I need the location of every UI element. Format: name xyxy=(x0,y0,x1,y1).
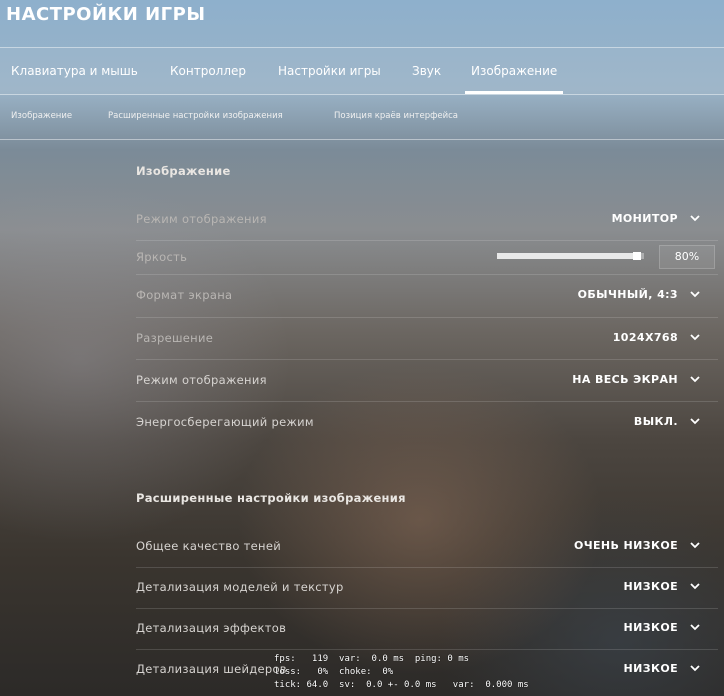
chevron-down-icon[interactable] xyxy=(688,211,702,225)
setting-value[interactable]: МОНИТОР xyxy=(612,212,678,225)
setting-label: Режим отображения xyxy=(136,212,267,226)
setting-label: Детализация моделей и текстур xyxy=(136,580,344,594)
setting-row-aspect-ratio[interactable]: Формат экрана ОБЫЧНЫЙ, 4:3 xyxy=(136,276,718,318)
chevron-down-icon[interactable] xyxy=(688,372,702,386)
netgraph-line-fps: fps: 119 var: 0.0 ms ping: 0 ms xyxy=(274,654,470,664)
chevron-down-icon[interactable] xyxy=(688,414,702,428)
chevron-down-icon[interactable] xyxy=(688,330,702,344)
net-graph-overlay: fps: 119 var: 0.0 ms ping: 0 ms loss: 0% … xyxy=(274,653,529,692)
subtab-video[interactable]: Изображение xyxy=(11,94,72,139)
setting-value[interactable]: ОБЫЧНЫЙ, 4:3 xyxy=(578,288,678,301)
title-bar: НАСТРОЙКИ ИГРЫ xyxy=(0,0,724,47)
netgraph-line-tick: tick: 64.0 sv: 0.0 +- 0.0 ms var: 0.000 … xyxy=(274,680,529,690)
setting-value[interactable]: НА ВЕСЬ ЭКРАН xyxy=(572,373,678,386)
setting-row-shadow-quality[interactable]: Общее качество теней ОЧЕНЬ НИЗКОЕ xyxy=(136,527,718,568)
netgraph-line-loss: loss: 0% choke: 0% xyxy=(274,667,394,677)
chevron-down-icon[interactable] xyxy=(688,620,702,634)
subtab-hud-edge-positions[interactable]: Позиция краёв интерфейса xyxy=(334,94,458,139)
chevron-down-icon[interactable] xyxy=(688,661,702,675)
setting-row-brightness: Яркость 80% xyxy=(136,240,718,275)
setting-value[interactable]: ВЫКЛ. xyxy=(634,415,678,428)
setting-value[interactable]: ОЧЕНЬ НИЗКОЕ xyxy=(574,539,678,552)
brightness-value-field[interactable]: 80% xyxy=(659,245,715,269)
brightness-slider[interactable] xyxy=(497,252,644,260)
setting-row-effect-detail[interactable]: Детализация эффектов НИЗКОЕ xyxy=(136,609,718,650)
setting-label: Детализация шейдеров xyxy=(136,662,287,676)
slider-fill xyxy=(497,253,641,259)
setting-label: Режим отображения xyxy=(136,373,267,387)
setting-value[interactable]: НИЗКОЕ xyxy=(624,662,678,675)
page-title: НАСТРОЙКИ ИГРЫ xyxy=(6,4,206,25)
setting-label: Формат экрана xyxy=(136,288,233,302)
setting-value[interactable]: НИЗКОЕ xyxy=(624,621,678,634)
setting-label: Разрешение xyxy=(136,331,214,345)
section-title-advanced: Расширенные настройки изображения xyxy=(136,491,406,505)
setting-label: Детализация эффектов xyxy=(136,621,287,635)
tab-controller[interactable]: Контроллер xyxy=(170,48,246,94)
section-title-video: Изображение xyxy=(136,164,231,178)
setting-row-power-saving[interactable]: Энергосберегающий режим ВЫКЛ. xyxy=(136,403,718,443)
tab-video[interactable]: Изображение xyxy=(464,48,564,94)
setting-label: Яркость xyxy=(136,250,188,264)
setting-label: Энергосберегающий режим xyxy=(136,415,314,429)
subtab-advanced-video[interactable]: Расширенные настройки изображения xyxy=(108,94,283,139)
setting-row-display-mode[interactable]: Режим отображения МОНИТОР xyxy=(136,200,718,241)
setting-row-model-texture-detail[interactable]: Детализация моделей и текстур НИЗКОЕ xyxy=(136,568,718,609)
setting-value[interactable]: НИЗКОЕ xyxy=(624,580,678,593)
chevron-down-icon[interactable] xyxy=(688,287,702,301)
setting-row-window-mode[interactable]: Режим отображения НА ВЕСЬ ЭКРАН xyxy=(136,361,718,402)
chevron-down-icon[interactable] xyxy=(688,538,702,552)
main-tabs: Клавиатура и мышь Контроллер Настройки и… xyxy=(0,47,724,95)
tab-game-settings[interactable]: Настройки игры xyxy=(278,48,381,94)
setting-label: Общее качество теней xyxy=(136,539,281,553)
tab-audio[interactable]: Звук xyxy=(412,48,441,94)
slider-handle[interactable] xyxy=(633,252,641,260)
sub-tabs: Изображение Расширенные настройки изобра… xyxy=(0,94,724,140)
setting-value[interactable]: 1024X768 xyxy=(613,331,678,344)
tab-keyboard-mouse[interactable]: Клавиатура и мышь xyxy=(11,48,138,94)
setting-row-resolution[interactable]: Разрешение 1024X768 xyxy=(136,319,718,360)
chevron-down-icon[interactable] xyxy=(688,579,702,593)
